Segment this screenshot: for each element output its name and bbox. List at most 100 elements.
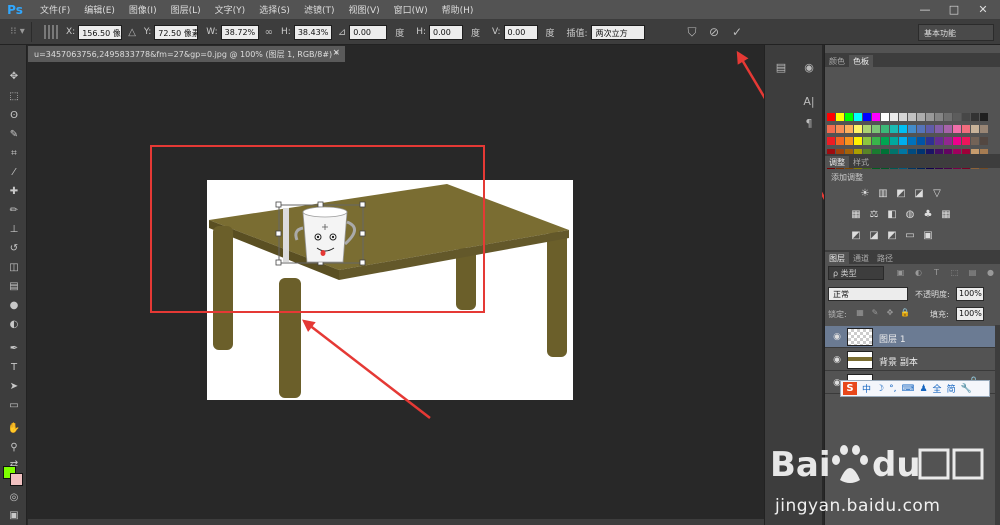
color-swatch[interactable] [962,113,970,121]
gradient-map-icon[interactable]: ▭ [904,230,916,242]
reference-point-icon[interactable] [44,25,58,39]
channel-mixer-icon[interactable]: ♣ [922,209,934,221]
menu-view[interactable]: 视图(V) [348,3,379,16]
menu-select[interactable]: 选择(S) [259,3,290,16]
color-swatch[interactable] [980,113,988,121]
tab-layers[interactable]: 图层 [825,252,849,264]
color-swatch[interactable] [863,137,871,145]
tab-swatches[interactable]: 色板 [849,55,873,67]
quick-select-tool-icon[interactable]: ✎ [5,127,23,143]
gradient-tool-icon[interactable]: ▤ [5,279,23,295]
brush-tool-icon[interactable]: ✏ [5,203,23,219]
color-swatch[interactable] [881,113,889,121]
filter-smart-icon[interactable]: ▤ [967,267,978,278]
minimize-button[interactable]: — [912,2,938,17]
color-lookup-icon[interactable]: ▦ [940,209,952,221]
color-swatch[interactable] [899,125,907,133]
warp-mode-icon[interactable]: ⛉ [684,24,700,40]
height-field[interactable]: 38.43% [293,24,332,40]
color-swatch[interactable] [953,125,961,133]
history-panel-icon[interactable]: ▤ [771,59,791,77]
color-swatch[interactable] [962,125,970,133]
color-swatch[interactable] [854,125,862,133]
ime-moon-icon[interactable]: ☽ [876,384,884,394]
hskew-field[interactable]: 0.00 [429,24,464,40]
move-tool-icon[interactable]: ✥ [5,69,23,85]
zoom-tool-icon[interactable]: ⚲ [5,440,23,456]
ime-fullwidth[interactable]: 全 [933,382,942,395]
workspace-select[interactable]: 基本功能 [918,24,994,41]
color-swatch[interactable] [917,137,925,145]
menu-help[interactable]: 帮助(H) [442,3,474,16]
screen-mode-icon[interactable]: ▣ [5,508,23,524]
marquee-tool-icon[interactable]: ⬚ [5,89,23,105]
tab-adjustments[interactable]: 调整 [825,156,849,168]
color-swatch[interactable] [854,113,862,121]
dodge-tool-icon[interactable]: ◐ [5,317,23,333]
y-field[interactable]: 72.50 像素 [154,24,199,40]
link-icon[interactable]: ∞ [265,27,273,38]
color-swatch[interactable] [872,137,880,145]
visibility-eye-icon[interactable]: ◉ [831,331,843,343]
color-swatch[interactable] [845,125,853,133]
color-swatch[interactable] [980,125,988,133]
blend-mode-select[interactable]: 正常 [828,287,908,301]
vibrance-icon[interactable]: ▽ [931,188,943,200]
type-tool-icon[interactable]: T [5,360,23,376]
color-swatch[interactable] [845,113,853,121]
shape-tool-icon[interactable]: ▭ [5,398,23,414]
path-select-tool-icon[interactable]: ➤ [5,379,23,395]
lock-transparent-icon[interactable]: ▦ [855,308,865,318]
tab-paths[interactable]: 路径 [873,252,897,264]
color-swatch[interactable] [890,137,898,145]
filter-type-icon[interactable]: T [931,267,942,278]
cancel-transform-icon[interactable]: ⊘ [706,24,722,40]
quick-mask-icon[interactable]: ◎ [5,490,23,506]
color-balance-icon[interactable]: ⚖ [868,209,880,221]
character-panel-icon[interactable]: A| [799,93,819,111]
color-swatch[interactable] [836,137,844,145]
stamp-tool-icon[interactable]: ⊥ [5,222,23,238]
color-swatch[interactable] [971,125,979,133]
color-swatch[interactable] [881,125,889,133]
crop-tool-icon[interactable]: ⌗ [5,146,23,162]
document-tab[interactable]: u=3457063756,2495833778&fm=27&gp=0.jpg @… [28,46,345,62]
filter-pixel-icon[interactable]: ▣ [895,267,906,278]
close-document-icon[interactable]: × [332,48,340,58]
black-white-icon[interactable]: ◧ [886,209,898,221]
menu-filter[interactable]: 滤镜(T) [304,3,335,16]
color-swatch[interactable] [836,125,844,133]
color-swatch[interactable] [953,137,961,145]
color-swatch[interactable] [980,137,988,145]
color-swatch[interactable] [944,125,952,133]
color-swatch[interactable] [935,125,943,133]
commit-transform-icon[interactable]: ✓ [729,24,745,40]
vskew-field[interactable]: 0.00 [503,24,538,40]
filter-adjust-icon[interactable]: ◐ [913,267,924,278]
color-swatch[interactable] [962,137,970,145]
blur-tool-icon[interactable]: ● [5,298,23,314]
visibility-eye-icon[interactable]: ◉ [831,354,843,366]
color-swatch[interactable] [926,137,934,145]
ime-tools-icon[interactable]: 🔧 [961,384,972,394]
lock-position-icon[interactable]: ✥ [885,308,895,318]
color-swatch[interactable] [908,137,916,145]
layer-row[interactable]: ◉ 图层 1 [825,326,995,348]
layer-row[interactable]: ◉ 背景 副本 [825,349,995,371]
ime-punct-icon[interactable]: °, [889,384,896,394]
color-swatch[interactable] [890,125,898,133]
color-swatch[interactable] [872,113,880,121]
color-swatch[interactable] [863,113,871,121]
history-brush-tool-icon[interactable]: ↺ [5,241,23,257]
color-swatch[interactable] [863,125,871,133]
hue-saturation-icon[interactable]: ▦ [850,209,862,221]
curves-icon[interactable]: ◩ [895,188,907,200]
hand-tool-icon[interactable]: ✋ [5,421,23,437]
paragraph-panel-icon[interactable]: ¶ [799,115,819,133]
menu-layer[interactable]: 图层(L) [171,3,201,16]
ime-keyboard-icon[interactable]: ⌨ [901,384,914,394]
filter-toggle-icon[interactable]: ● [985,267,996,278]
color-swatch[interactable] [935,137,943,145]
angle-field[interactable]: 0.00 [349,24,388,40]
fill-field[interactable]: 100% [956,307,984,321]
